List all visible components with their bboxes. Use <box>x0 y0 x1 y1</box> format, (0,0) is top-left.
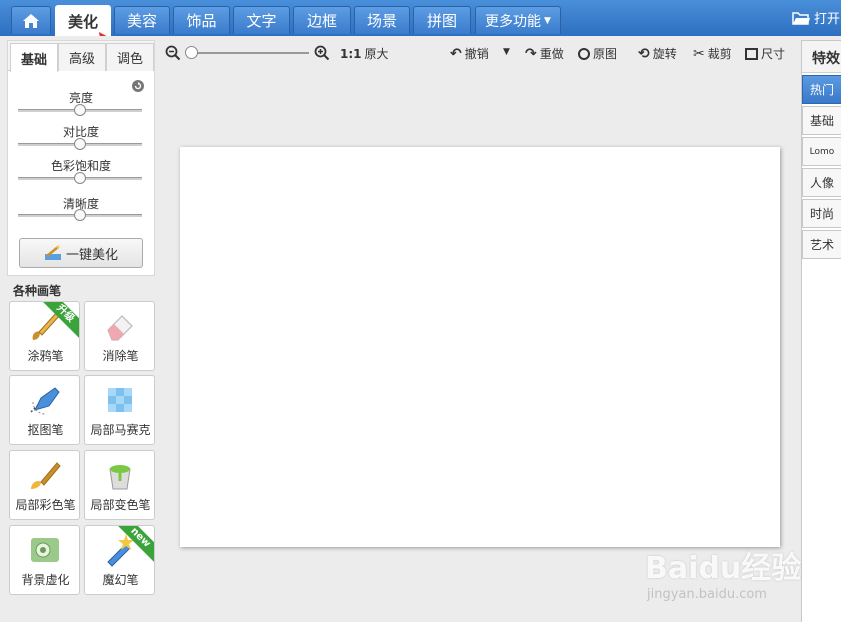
canvas-toolbar: 1:1 原大 ↶ 撤销 ▼ ↷ 重做 原图 ⟲ 旋转 ✂ 裁剪 尺寸 <box>163 36 793 70</box>
sharpness-slider-knob[interactable] <box>74 209 86 221</box>
redo-button[interactable]: ↷ 重做 <box>525 45 564 62</box>
contrast-slider-knob[interactable] <box>74 138 86 150</box>
more-features-dropdown[interactable]: 更多功能 ▼ <box>475 6 561 34</box>
zoom-slider[interactable] <box>189 52 309 54</box>
original-circle-icon <box>578 47 590 60</box>
basic-adjust-panel: 基础 高级 调色 亮度 对比度 色彩饱和度 清晰度 一键美化 <box>7 40 155 276</box>
eraser-pen-label: 消除笔 <box>102 349 139 363</box>
top-nav-bar: 美化 美容 饰品 文字 边框 场景 拼图 更多功能 ▼ 打开 <box>0 0 841 36</box>
scissors-icon: ✂ <box>693 45 705 62</box>
actual-size-button[interactable]: 1:1 原大 <box>340 45 389 62</box>
local-color-pen-label: 局部彩色笔 <box>15 498 76 512</box>
rotate-label: 旋转 <box>652 47 677 61</box>
undo-icon: ↶ <box>450 45 462 62</box>
effects-title: 特效 <box>802 41 841 73</box>
resize-label: 尺寸 <box>761 47 786 61</box>
doodle-pen-button[interactable]: 升级 涂鸦笔 <box>9 301 80 371</box>
redo-label: 重做 <box>539 47 564 61</box>
doodle-pen-label: 涂鸦笔 <box>27 349 64 363</box>
tab-collage[interactable]: 拼图 <box>413 6 471 34</box>
resize-icon <box>745 47 758 60</box>
color-brush-icon <box>31 462 61 489</box>
local-mosaic-button[interactable]: 局部马赛克 <box>84 375 155 445</box>
original-label: 原图 <box>593 47 618 61</box>
mosaic-icon <box>108 388 132 412</box>
cutout-pen-label: 抠图笔 <box>27 423 64 437</box>
actual-size-label: 原大 <box>364 47 389 61</box>
watermark-url: jingyan.baidu.com <box>647 587 767 602</box>
brushes-title: 各种画笔 <box>13 284 62 298</box>
tab-beauty[interactable]: 美容 <box>114 6 170 34</box>
watermark-logo: Baidu经验 <box>645 551 802 586</box>
one-key-label: 一键美化 <box>65 247 118 263</box>
zoom-in-icon[interactable] <box>314 45 330 61</box>
zoom-out-icon[interactable] <box>165 45 181 61</box>
tab-text[interactable]: 文字 <box>233 6 290 34</box>
undo-label: 撤销 <box>464 47 489 61</box>
tab-color-tone[interactable]: 调色 <box>106 43 154 71</box>
home-icon <box>23 13 39 28</box>
local-recolor-pen-label: 局部变色笔 <box>90 498 151 512</box>
open-button[interactable]: 打开 <box>792 8 840 27</box>
open-label: 打开 <box>814 12 841 27</box>
adjust-tabs: 基础 高级 调色 <box>8 41 154 72</box>
resize-button[interactable]: 尺寸 <box>745 45 785 62</box>
crop-label: 裁剪 <box>707 47 732 61</box>
redo-icon: ↷ <box>525 45 537 62</box>
effects-tab-lomo[interactable]: Lomo <box>802 137 841 166</box>
magic-wand-icon <box>44 245 61 260</box>
chevron-down-icon: ▼ <box>544 15 551 26</box>
effects-panel: 特效 热门 基础 Lomo 人像 时尚 艺术 <box>801 40 841 622</box>
effects-tab-basic[interactable]: 基础 <box>802 106 841 135</box>
original-image-button[interactable]: 原图 <box>578 45 617 62</box>
cutout-pen-icon <box>30 387 60 415</box>
local-recolor-pen-button[interactable]: 局部变色笔 <box>84 450 155 520</box>
rotate-icon: ⟲ <box>638 45 650 62</box>
paint-bucket-icon <box>109 465 131 490</box>
tab-basic[interactable]: 基础 <box>10 43 58 72</box>
cutout-pen-button[interactable]: 抠图笔 <box>9 375 80 445</box>
effects-tab-portrait[interactable]: 人像 <box>802 168 841 197</box>
undo-history-chevron-icon[interactable]: ▼ <box>503 47 510 57</box>
actual-size-ratio: 1:1 <box>340 46 362 61</box>
magic-pen-button[interactable]: new 魔幻笔 <box>84 525 155 595</box>
background-blur-label: 背景虚化 <box>21 573 70 587</box>
baidu-jingyan-watermark: Baidu经验 jingyan.baidu.com <box>645 543 805 605</box>
rotate-button[interactable]: ⟲ 旋转 <box>638 45 677 62</box>
image-canvas[interactable] <box>180 147 780 547</box>
magic-pen-label: 魔幻笔 <box>102 573 139 587</box>
eraser-pen-button[interactable]: 消除笔 <box>84 301 155 371</box>
effects-tab-fashion[interactable]: 时尚 <box>802 199 841 228</box>
crop-button[interactable]: ✂ 裁剪 <box>693 45 732 62</box>
tab-scene[interactable]: 场景 <box>354 6 410 34</box>
more-features-label: 更多功能 <box>485 13 542 30</box>
one-key-beautify-button[interactable]: 一键美化 <box>19 238 143 268</box>
home-tab[interactable] <box>11 6 51 34</box>
zoom-slider-knob[interactable] <box>185 46 198 59</box>
blur-background-icon <box>31 538 59 562</box>
effects-tab-hot[interactable]: 热门 <box>802 75 841 104</box>
tab-advanced[interactable]: 高级 <box>58 43 106 71</box>
local-color-pen-button[interactable]: 局部彩色笔 <box>9 450 80 520</box>
background-blur-button[interactable]: 背景虚化 <box>9 525 80 595</box>
saturation-slider-knob[interactable] <box>74 172 86 184</box>
local-mosaic-label: 局部马赛克 <box>90 423 151 437</box>
brightness-slider-knob[interactable] <box>74 104 86 116</box>
left-panel: 基础 高级 调色 亮度 对比度 色彩饱和度 清晰度 一键美化 各种画笔 升级 涂… <box>0 36 163 622</box>
tab-accessories[interactable]: 饰品 <box>173 6 230 34</box>
effects-tab-art[interactable]: 艺术 <box>802 230 841 259</box>
undo-button[interactable]: ↶ 撤销 <box>450 45 489 62</box>
folder-icon <box>792 11 810 25</box>
tab-frame[interactable]: 边框 <box>293 6 351 34</box>
eraser-icon <box>107 315 133 341</box>
